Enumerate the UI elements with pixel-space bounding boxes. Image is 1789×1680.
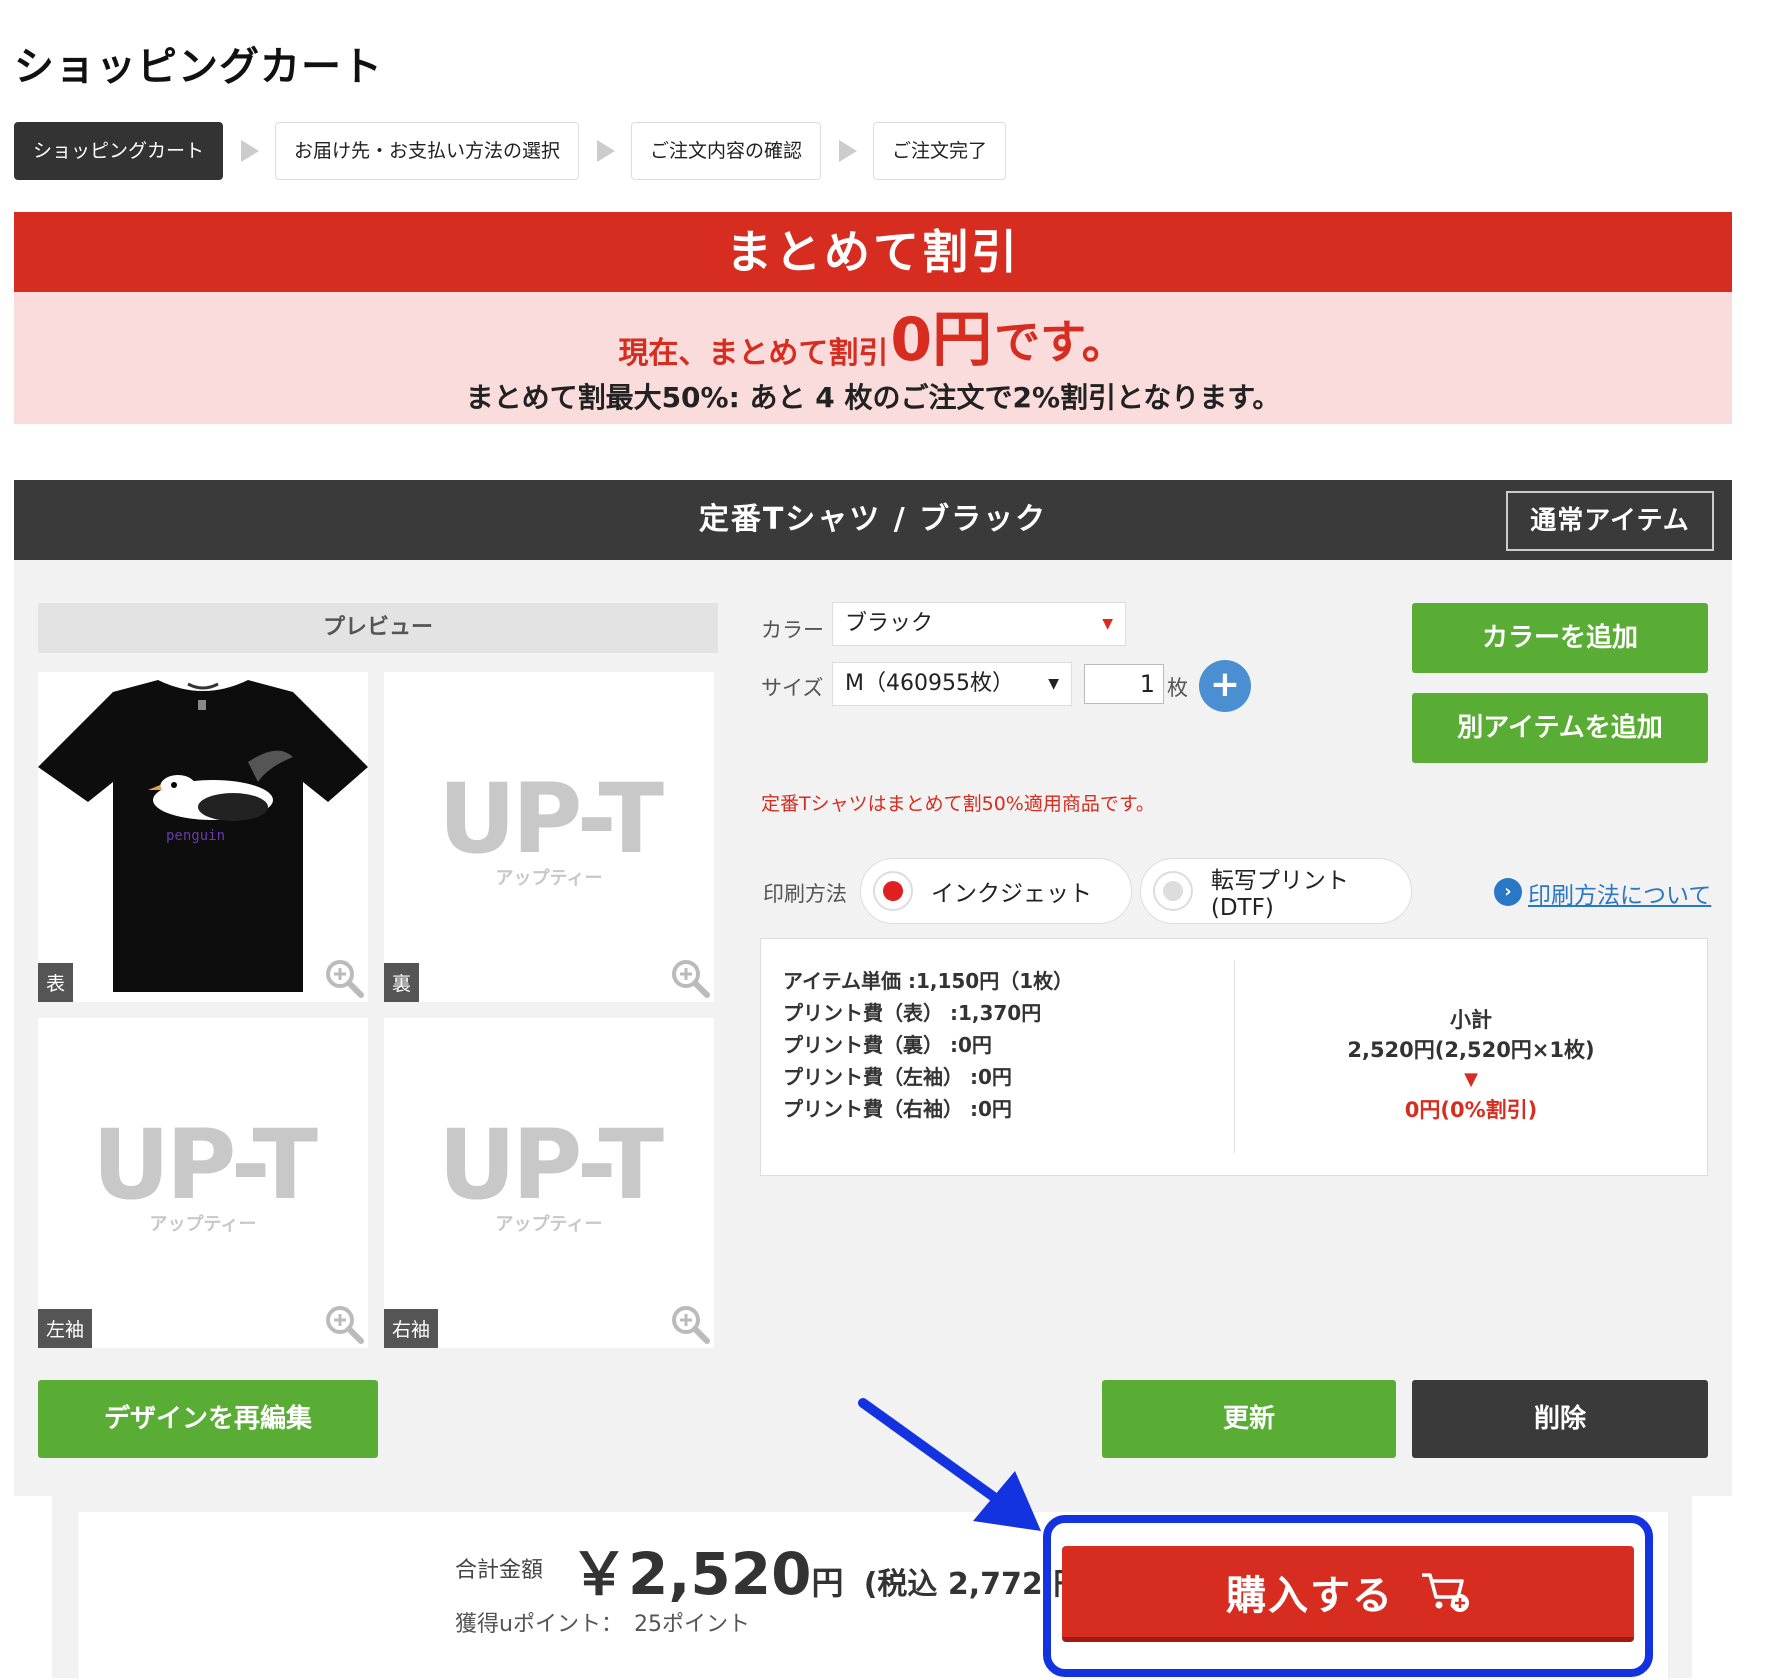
item-type-tag: 通常アイテム bbox=[1506, 491, 1714, 551]
discount-banner-heading: まとめて割引 bbox=[14, 212, 1732, 292]
step-confirm: ご注文内容の確認 bbox=[631, 122, 822, 180]
upt-logo: UP-T アップティー bbox=[92, 1109, 318, 1235]
price-breakdown: アイテム単価 :1,150円（1枚） プリント費（表） :1,370円 プリント… bbox=[760, 938, 1708, 1176]
preview-left-sleeve[interactable]: UP-T アップティー 左袖 bbox=[38, 1018, 368, 1348]
step-arrow-icon bbox=[241, 140, 260, 162]
discount-current: 現在、まとめて割引 0円 です。 bbox=[618, 305, 1128, 375]
chevron-down-icon: ▼ bbox=[1102, 616, 1113, 632]
radio-unselected-icon bbox=[1153, 871, 1193, 911]
tile-label-back: 裏 bbox=[384, 963, 420, 1002]
add-color-button[interactable]: カラーを追加 bbox=[1412, 603, 1708, 673]
step-delivery-payment: お届け先・お支払い方法の選択 bbox=[275, 122, 580, 180]
zoom-in-icon[interactable] bbox=[324, 958, 364, 998]
delete-button[interactable]: 削除 bbox=[1412, 1380, 1708, 1458]
step-arrow-icon bbox=[597, 140, 616, 162]
total-amount: ￥2,520円 (税込 2,772 円) bbox=[570, 1540, 1097, 1608]
quantity-input[interactable]: 1 bbox=[1084, 664, 1164, 704]
preview-back[interactable]: UP-T アップティー 裏 bbox=[384, 672, 714, 1002]
tshirt-front-image: penguin bbox=[38, 680, 368, 992]
step-complete: ご注文完了 bbox=[873, 122, 1007, 180]
add-item-button[interactable]: 別アイテムを追加 bbox=[1412, 693, 1708, 763]
tile-label-front: 表 bbox=[38, 963, 74, 1002]
item-title: 定番Tシャツ / ブラック bbox=[698, 502, 1048, 537]
earned-points: 獲得uポイント： 25ポイント bbox=[455, 1612, 750, 1637]
print-method-dtf[interactable]: 転写プリント(DTF) bbox=[1140, 858, 1412, 924]
print-method-info-link[interactable]: 印刷方法について bbox=[1528, 876, 1711, 910]
preview-front[interactable]: penguin 表 bbox=[38, 672, 368, 1002]
reedit-design-button[interactable]: デザインを再編集 bbox=[38, 1380, 378, 1458]
update-button[interactable]: 更新 bbox=[1102, 1380, 1396, 1458]
upt-logo: UP-T アップティー bbox=[438, 1109, 664, 1235]
chevron-right-icon: › bbox=[1494, 878, 1522, 906]
size-select[interactable]: M（460955枚） ▼ bbox=[832, 662, 1072, 706]
checkout-steps: ショッピングカート お届け先・お支払い方法の選択 ご注文内容の確認 ご注文完了 bbox=[14, 122, 1007, 180]
color-label: カラー bbox=[761, 618, 824, 642]
item-header: 定番Tシャツ / ブラック 通常アイテム bbox=[14, 480, 1732, 560]
zoom-in-icon[interactable] bbox=[324, 1304, 364, 1344]
subtotal-label: 小計 bbox=[1450, 1008, 1492, 1032]
chevron-down-icon: ▼ bbox=[1048, 676, 1059, 692]
upt-logo: UP-T アップティー bbox=[438, 763, 664, 889]
print-method-label: 印刷方法 bbox=[763, 882, 847, 906]
discount-notice: 定番Tシャツはまとめて割50%適用商品です。 bbox=[761, 793, 1155, 815]
tile-label-right-sleeve: 右袖 bbox=[384, 1309, 439, 1348]
total-label: 合計金額 bbox=[455, 1558, 544, 1583]
pointer-arrow bbox=[858, 1398, 1041, 1531]
zoom-in-icon[interactable] bbox=[670, 958, 710, 998]
color-select[interactable]: ブラック ▼ bbox=[832, 602, 1126, 646]
discount-next-tier: まとめて割最大50%: あと 4 枚のご注文で2%割引となります。 bbox=[465, 381, 1281, 414]
highlight-box bbox=[1043, 1515, 1653, 1677]
subtotal-value: 2,520円(2,520円×1枚) bbox=[1347, 1038, 1595, 1062]
quantity-unit: 枚 bbox=[1167, 676, 1188, 700]
add-size-button[interactable]: + bbox=[1199, 660, 1251, 712]
zoom-in-icon[interactable] bbox=[670, 1304, 710, 1344]
plus-icon: + bbox=[1209, 664, 1241, 705]
discount-value: 0円(0%割引) bbox=[1404, 1098, 1538, 1122]
step-arrow-icon bbox=[839, 140, 858, 162]
step-cart: ショッピングカート bbox=[14, 122, 224, 180]
discount-amount: 0円 bbox=[890, 305, 993, 375]
page-title: ショッピングカート bbox=[14, 44, 383, 90]
print-text: penguin bbox=[166, 828, 225, 844]
radio-selected-icon bbox=[873, 871, 913, 911]
subtotal: 小計 2,520円(2,520円×1枚) ▼ 0円(0%割引) bbox=[1235, 1005, 1707, 1125]
arrow-down-icon: ▼ bbox=[1464, 1069, 1478, 1090]
preview-title: プレビュー bbox=[38, 603, 718, 653]
size-label: サイズ bbox=[761, 676, 824, 700]
preview-right-sleeve[interactable]: UP-T アップティー 右袖 bbox=[384, 1018, 714, 1348]
price-lines: アイテム単価 :1,150円（1枚） プリント費（表） :1,370円 プリント… bbox=[783, 969, 1074, 1121]
tile-label-left-sleeve: 左袖 bbox=[38, 1309, 93, 1348]
discount-banner-body: 現在、まとめて割引 0円 です。 まとめて割最大50%: あと 4 枚のご注文で… bbox=[14, 292, 1732, 424]
print-method-inkjet[interactable]: インクジェット bbox=[860, 858, 1132, 924]
